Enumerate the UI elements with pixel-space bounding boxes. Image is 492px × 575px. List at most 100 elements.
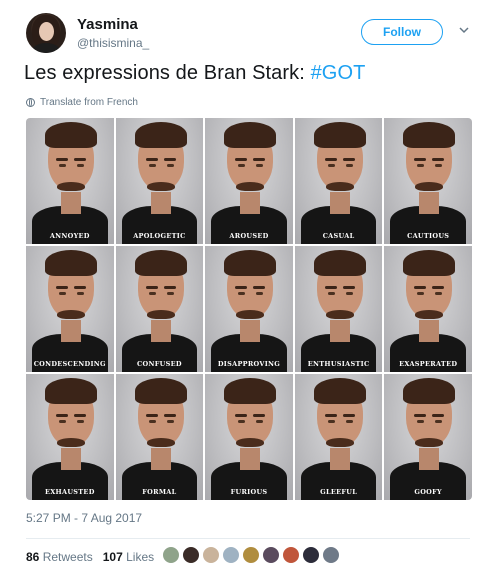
photo-brow	[56, 158, 68, 161]
expression-photo[interactable]: FORMAL	[115, 374, 204, 500]
translate-label: Translate from French	[40, 97, 138, 108]
photo-eye	[256, 164, 264, 167]
translate-link[interactable]: Translate from French	[26, 97, 138, 108]
likes-count: 107	[102, 550, 123, 564]
expression-label: FURIOUS	[230, 488, 268, 496]
photo-brow	[56, 286, 68, 289]
retweets-stat[interactable]: 86 Retweets	[26, 550, 93, 564]
photo-eye	[77, 420, 84, 423]
photo-brow	[414, 414, 427, 417]
photo-hair	[403, 122, 456, 148]
expression-photo[interactable]: EXHAUSTED	[26, 374, 114, 500]
liker-avatar[interactable]	[242, 546, 260, 564]
photo-eye	[345, 420, 353, 423]
photo-neck	[61, 192, 81, 214]
hashtag-link[interactable]: #GOT	[311, 62, 366, 84]
photo-eye	[148, 164, 156, 167]
photo-grid[interactable]: ANNOYED APOLOGETIC AROUSED CASUAL CAUTIOUS CO…	[26, 118, 472, 500]
photo-eye	[166, 164, 174, 167]
photo-eye	[435, 420, 443, 423]
photo-brow	[253, 414, 266, 417]
avatar-face	[39, 22, 54, 41]
photo-hair	[45, 122, 97, 148]
expression-photo[interactable]: APOLOGETIC	[115, 118, 204, 244]
expression-photo[interactable]: CONFUSED	[115, 246, 204, 372]
photo-hair	[313, 122, 366, 148]
photo-brow	[324, 414, 337, 417]
liker-avatar[interactable]	[302, 546, 320, 564]
user-handle[interactable]: @thisismina_	[77, 36, 149, 50]
photo-brow	[432, 286, 445, 289]
photo-eye	[77, 164, 84, 167]
expression-label: FORMAL	[142, 488, 177, 496]
photo-eye	[59, 292, 66, 295]
photo-eye	[435, 292, 443, 295]
chevron-down-icon[interactable]	[458, 25, 470, 35]
liker-avatars	[162, 546, 340, 564]
expression-photo[interactable]: ENTHUSIASTIC	[294, 246, 383, 372]
photo-mustache	[57, 438, 85, 447]
photo-mustache	[325, 310, 354, 319]
photo-eye	[345, 292, 353, 295]
expression-label: ANNOYED	[49, 232, 90, 240]
photo-brow	[163, 158, 176, 161]
photo-mustache	[146, 310, 175, 319]
expression-photo[interactable]: DISAPPROVING	[205, 246, 293, 372]
photo-mustache	[146, 438, 175, 447]
photo-brow	[74, 414, 86, 417]
photo-mustache	[415, 310, 444, 319]
liker-avatar[interactable]	[282, 546, 300, 564]
expression-photo[interactable]: GLEEFUL	[294, 374, 383, 500]
expression-label: GLEEFUL	[320, 488, 358, 496]
expression-photo[interactable]: AROUSED	[205, 118, 293, 244]
tweet-timestamp[interactable]: 5:27 PM - 7 Aug 2017	[26, 511, 142, 525]
photo-eye	[345, 164, 353, 167]
liker-avatar[interactable]	[262, 546, 280, 564]
photo-brow	[324, 286, 337, 289]
photo-brow	[145, 414, 158, 417]
liker-avatar[interactable]	[162, 546, 180, 564]
expression-label: CAUTIOUS	[407, 232, 450, 240]
photo-neck	[329, 320, 350, 342]
photo-hair	[134, 378, 187, 404]
photo-eye	[256, 420, 264, 423]
photo-neck	[419, 192, 440, 214]
expression-label: CONFUSED	[137, 360, 182, 368]
expression-photo[interactable]: FURIOUS	[205, 374, 293, 500]
photo-brow	[414, 286, 427, 289]
photo-brow	[235, 414, 248, 417]
photo-neck	[329, 192, 350, 214]
globe-icon	[26, 98, 35, 107]
avatar[interactable]	[26, 13, 66, 53]
follow-button[interactable]: Follow	[361, 19, 443, 45]
expression-photo[interactable]: ANNOYED	[26, 118, 114, 244]
photo-brow	[145, 158, 158, 161]
liker-avatar[interactable]	[182, 546, 200, 564]
photo-eye	[238, 292, 246, 295]
liker-avatar[interactable]	[322, 546, 340, 564]
photo-neck	[150, 192, 171, 214]
liker-avatar[interactable]	[222, 546, 240, 564]
likes-label: Likes	[126, 550, 155, 564]
photo-mustache	[236, 182, 265, 191]
likes-stat[interactable]: 107 Likes	[103, 550, 154, 564]
liker-avatar[interactable]	[202, 546, 220, 564]
photo-mustache	[146, 182, 175, 191]
expression-photo[interactable]: CASUAL	[294, 118, 383, 244]
expression-photo[interactable]: CAUTIOUS	[384, 118, 472, 244]
photo-eye	[59, 420, 66, 423]
photo-hair	[134, 122, 187, 148]
expression-photo[interactable]: CONDESCENDING	[26, 246, 114, 372]
photo-eye	[77, 292, 84, 295]
user-name[interactable]: Yasmina	[77, 16, 138, 33]
photo-eye	[327, 164, 335, 167]
photo-mustache	[325, 438, 354, 447]
expression-photo[interactable]: GOOFY	[384, 374, 472, 500]
photo-eye	[327, 292, 335, 295]
photo-brow	[253, 286, 266, 289]
photo-eye	[166, 292, 174, 295]
photo-hair	[45, 250, 97, 276]
photo-brow	[432, 158, 445, 161]
expression-photo[interactable]: EXASPERATED	[384, 246, 472, 372]
expression-label: ENTHUSIASTIC	[307, 360, 370, 368]
